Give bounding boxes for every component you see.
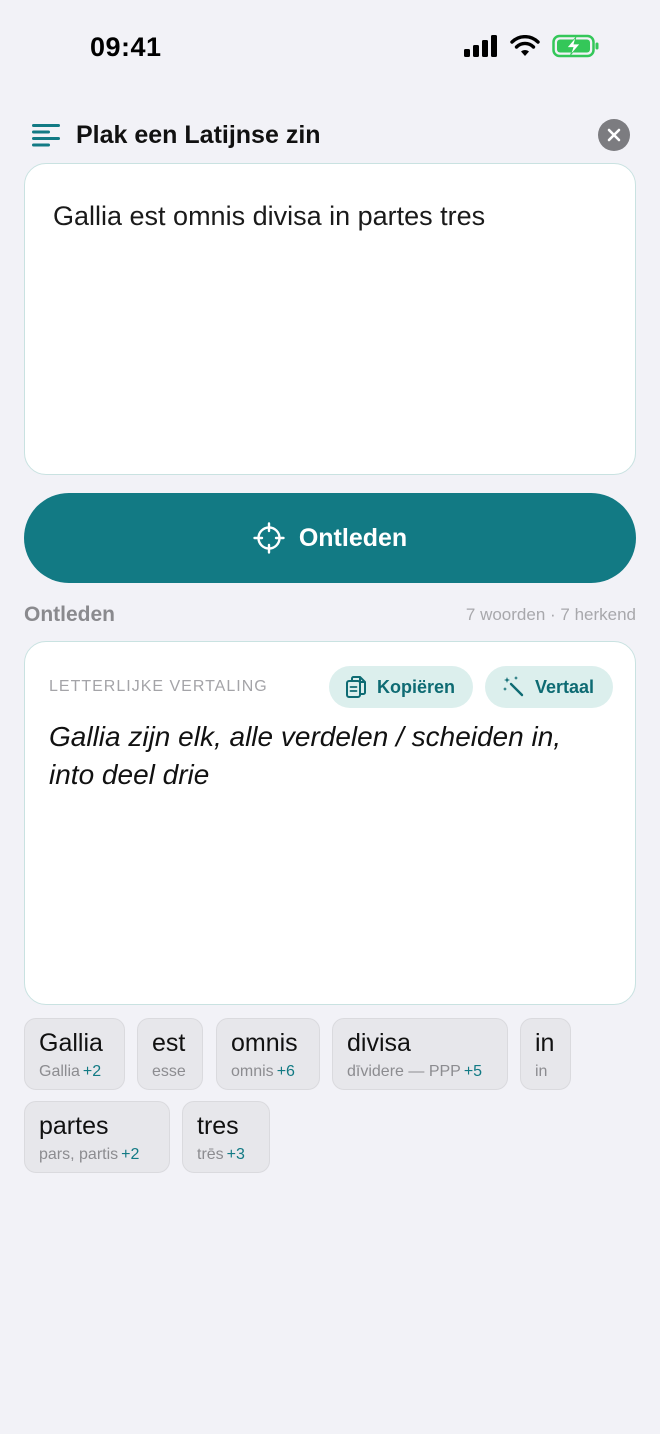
word-chip-est[interactable]: est esse [137,1018,203,1090]
section-title: Ontleden [24,603,116,626]
translate-button-label: Vertaal [535,676,595,697]
word-count-summary: 7 woorden · 7 herkend [465,605,636,624]
parse-button[interactable]: Ontleden [24,493,636,583]
word-chip-divisa[interactable]: divisa dīvidere — PPP +5 [332,1018,508,1090]
magic-wand-icon [503,676,524,697]
latin-sentence-input[interactable]: Gallia est omnis divisa in partes tres [24,163,636,475]
clear-input-button[interactable] [598,119,630,151]
word-chip-partes[interactable]: partes pars, partis +2 [24,1101,170,1173]
status-icons [464,34,600,58]
wifi-icon [510,35,540,56]
literal-translation-text: Gallia zijn elk, alle verdelen / scheide… [49,721,562,790]
chip-word: est [152,1029,186,1057]
chip-count: +2 [82,1063,102,1080]
input-text[interactable]: Gallia est omnis divisa in partes tres [53,198,607,234]
chip-count: +6 [276,1063,295,1080]
menu-lines-icon[interactable] [32,123,60,147]
status-time: 09:41 [90,32,162,62]
translate-button[interactable]: Vertaal [485,666,613,708]
close-icon [607,128,621,142]
chip-lemma: esse [152,1063,186,1080]
chip-word: divisa [347,1029,411,1057]
chip-word: partes [39,1112,109,1140]
crosshair-icon [253,522,285,554]
chip-lemma: trēs +3 [197,1146,245,1163]
chip-count: +3 [226,1146,245,1163]
copy-icon [346,676,366,698]
copy-button[interactable]: Kopiëren [329,666,473,708]
translation-card: LETTERLIJKE VERTALING Kopiëren Vertaal G… [24,641,636,1005]
chip-lemma: omnis +6 [231,1063,295,1080]
header-title: Plak een Latijnse zin [76,120,321,149]
chip-lemma: dīvidere — PPP +5 [347,1063,483,1080]
signal-icon [464,35,497,57]
header: Plak een Latijnse zin [32,116,630,154]
chip-lemma: Gallia +2 [39,1063,102,1080]
word-chip-tres[interactable]: tres trēs +3 [182,1101,270,1173]
parse-button-label: Ontleden [298,523,408,552]
chip-word: in [535,1029,555,1057]
word-chip-gallia[interactable]: Gallia Gallia +2 [24,1018,125,1090]
chip-lemma: pars, partis +2 [39,1146,140,1163]
chip-word: tres [197,1112,239,1140]
chip-count: +2 [121,1146,140,1163]
chip-word: Gallia [39,1029,103,1057]
copy-button-label: Kopiëren [377,676,456,697]
section-heading: Ontleden 7 woorden · 7 herkend [24,601,636,629]
screen: 09:41 Plak een Latijnse zin Gallia est o… [0,0,660,1434]
chip-count: +5 [463,1063,483,1080]
word-chip-omnis[interactable]: omnis omnis +6 [216,1018,320,1090]
status-bar: 09:41 [0,0,660,96]
chip-word: omnis [231,1029,298,1057]
chip-lemma: in [535,1063,548,1080]
translation-label: LETTERLIJKE VERTALING [49,678,268,695]
word-chip-in[interactable]: in in [520,1018,571,1090]
battery-charging-icon [552,34,599,58]
